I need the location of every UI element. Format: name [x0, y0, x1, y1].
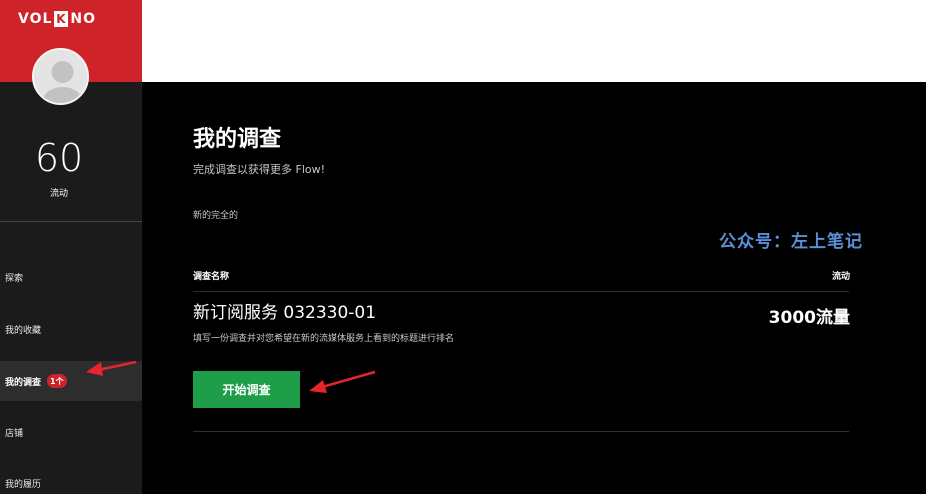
sidebar-item-favorites[interactable]: 我的收藏: [0, 309, 142, 349]
sidebar-item-label: 店铺: [5, 428, 24, 439]
top-banner: [142, 0, 926, 82]
section-label: 新的完全的: [193, 211, 239, 221]
survey-count-badge: 1个: [47, 374, 67, 388]
watermark-text: 公众号：左上笔记: [719, 232, 863, 252]
sidebar-divider: [0, 221, 142, 222]
avatar[interactable]: [32, 48, 89, 105]
table-header-divider: [193, 291, 849, 292]
sidebar-item-label: 探索: [5, 273, 24, 284]
survey-title: 新订阅服务 032330-01: [193, 303, 377, 323]
sidebar-item-label: 我的调查: [5, 377, 42, 388]
column-header-survey-name: 调查名称: [193, 272, 230, 282]
sidebar-item-label: 我的履历: [5, 479, 42, 490]
sidebar-item-history[interactable]: 我的履历: [0, 463, 142, 494]
sidebar-item-explore[interactable]: 探索: [0, 257, 142, 297]
sidebar-item-shop[interactable]: 店铺: [0, 412, 142, 452]
survey-description: 填写一份调查并对您希望在新的流媒体服务上看到的标题进行排名: [193, 334, 455, 344]
sidebar: VOL K NO 60 流动 探索 我的收藏 我的调查 1个 店铺 我的履历: [0, 0, 142, 494]
user-silhouette-icon: [34, 50, 87, 103]
page-subtitle: 完成调查以获得更多 Flow!: [193, 163, 326, 176]
survey-flow-reward: 3000流量: [768, 308, 850, 328]
column-header-flow: 流动: [831, 272, 850, 282]
start-survey-button[interactable]: 开始调查: [193, 371, 300, 408]
flow-points-value: 60: [34, 136, 84, 180]
table-row-divider: [193, 431, 849, 432]
volkno-logo[interactable]: VOL K NO: [18, 11, 96, 27]
sidebar-item-my-surveys[interactable]: 我的调查 1个: [0, 361, 142, 401]
page-title: 我的调查: [193, 127, 282, 152]
sidebar-item-label: 我的收藏: [5, 325, 42, 336]
flow-points-label: 流动: [49, 189, 68, 199]
main-content: 我的调查 完成调查以获得更多 Flow! 新的完全的 公众号：左上笔记 调查名称…: [142, 82, 926, 494]
